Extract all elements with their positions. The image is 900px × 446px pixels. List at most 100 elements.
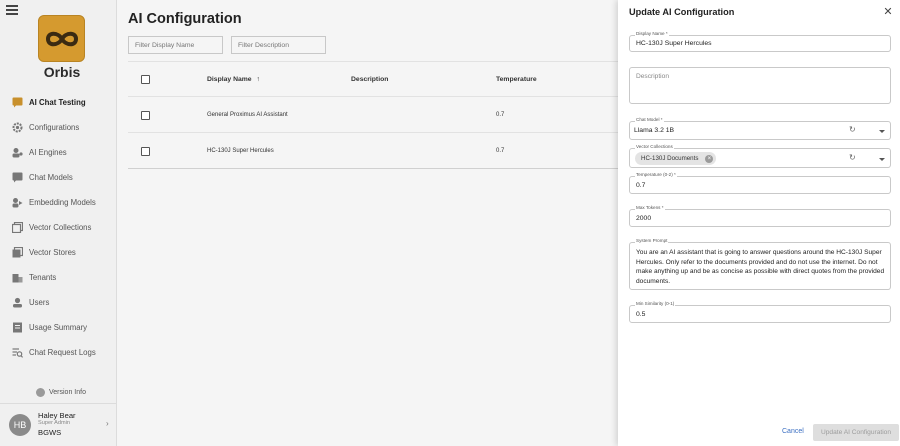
page-title: AI Configuration bbox=[128, 11, 242, 27]
field-label: Max Tokens * bbox=[635, 204, 665, 212]
sidebar-item-users[interactable]: Users bbox=[0, 290, 117, 315]
chevron-down-icon[interactable] bbox=[879, 157, 885, 161]
table-row[interactable]: General Proximus AI Assistant 0.7 bbox=[128, 97, 618, 133]
row-checkbox[interactable] bbox=[141, 147, 150, 156]
embedding-icon bbox=[12, 197, 23, 208]
field-value: HC-130J Super Hercules bbox=[636, 40, 712, 47]
chat-bubble-icon bbox=[12, 97, 23, 108]
column-header-display-name[interactable]: Display Name ↑ bbox=[207, 76, 260, 83]
chevron-right-icon[interactable]: › bbox=[106, 419, 109, 428]
sidebar-item-label: Tenants bbox=[29, 273, 57, 282]
refresh-icon[interactable]: ↻ bbox=[849, 125, 856, 134]
filter-description-input[interactable] bbox=[231, 36, 326, 54]
row-checkbox[interactable] bbox=[141, 111, 150, 120]
user-org: BGWS bbox=[38, 428, 62, 437]
temperature-field[interactable]: Temperature (0-2) * 0.7 bbox=[629, 171, 891, 194]
sidebar-item-tenants[interactable]: Tenants bbox=[0, 265, 117, 290]
cancel-button[interactable]: Cancel bbox=[782, 428, 804, 435]
logo bbox=[38, 15, 85, 62]
sidebar-item-label: Chat Request Logs bbox=[29, 348, 96, 357]
sidebar-item-label: Vector Collections bbox=[29, 223, 92, 232]
config-table: Display Name ↑ Description Temperature G… bbox=[128, 61, 618, 169]
sidebar-item-chat-models[interactable]: Chat Models bbox=[0, 165, 117, 190]
sidebar-item-ai-chat-testing[interactable]: AI Chat Testing bbox=[0, 90, 117, 115]
update-config-button[interactable]: Update AI Configuration bbox=[813, 424, 899, 441]
menu-icon[interactable] bbox=[6, 5, 18, 15]
info-icon bbox=[36, 388, 45, 397]
divider bbox=[0, 403, 117, 404]
user-role: Super Admin bbox=[38, 420, 71, 426]
table-header-row: Display Name ↑ Description Temperature bbox=[128, 62, 618, 97]
max-tokens-field[interactable]: Max Tokens * 2000 bbox=[629, 204, 891, 227]
field-placeholder: Description bbox=[636, 73, 669, 80]
min-similarity-field[interactable]: Min Similarity (0-1) 0.5 bbox=[629, 300, 891, 323]
column-label: Display Name bbox=[207, 76, 252, 83]
store-icon bbox=[12, 247, 23, 258]
filter-display-name-input[interactable] bbox=[128, 36, 223, 54]
chevron-down-icon[interactable] bbox=[879, 130, 885, 133]
sidebar-item-chat-request-logs[interactable]: Chat Request Logs bbox=[0, 340, 117, 365]
sidebar-item-label: AI Engines bbox=[29, 148, 67, 157]
field-value: 0.7 bbox=[636, 182, 646, 189]
close-icon[interactable]: ✕ bbox=[882, 6, 894, 18]
gear-icon bbox=[12, 122, 23, 133]
sidebar-item-embedding-models[interactable]: Embedding Models bbox=[0, 190, 117, 215]
engine-icon bbox=[12, 147, 23, 158]
brand-name: Orbis bbox=[43, 64, 81, 80]
field-value: 0.5 bbox=[636, 311, 646, 318]
description-field[interactable]: Description bbox=[629, 67, 891, 104]
sidebar-item-label: Chat Models bbox=[29, 173, 73, 182]
field-label: System Prompt bbox=[635, 237, 669, 245]
column-header-description[interactable]: Description bbox=[351, 76, 388, 83]
version-info-link[interactable]: Version Info bbox=[36, 388, 86, 397]
field-label: Display Name * bbox=[635, 30, 669, 38]
sidebar-item-ai-engines[interactable]: AI Engines bbox=[0, 140, 117, 165]
sidebar: Orbis AI Chat Testing Configurations AI … bbox=[0, 0, 117, 446]
logs-icon bbox=[12, 347, 23, 358]
sidebar-item-label: Usage Summary bbox=[29, 323, 88, 332]
refresh-icon[interactable]: ↻ bbox=[849, 153, 856, 162]
sidebar-item-usage-summary[interactable]: Usage Summary bbox=[0, 315, 117, 340]
field-value: 2000 bbox=[636, 215, 652, 222]
remove-chip-icon[interactable]: × bbox=[705, 154, 714, 163]
tenants-icon bbox=[12, 272, 23, 283]
cell-temperature: 0.7 bbox=[496, 148, 505, 154]
column-header-temperature[interactable]: Temperature bbox=[496, 76, 537, 83]
sidebar-item-label: Vector Stores bbox=[29, 248, 76, 257]
panel-title: Update AI Configuration bbox=[629, 7, 735, 17]
collection-icon bbox=[12, 222, 23, 233]
system-prompt-field[interactable]: System Prompt You are an AI assistant th… bbox=[629, 237, 891, 290]
field-value: You are an AI assistant that is going to… bbox=[636, 249, 885, 285]
collection-chip[interactable]: HC-130J Documents × bbox=[635, 152, 717, 165]
field-label: Temperature (0-2) * bbox=[635, 171, 677, 179]
cell-display-name: HC-130J Super Hercules bbox=[207, 148, 274, 154]
cell-temperature: 0.7 bbox=[496, 112, 505, 118]
sort-arrow-icon: ↑ bbox=[256, 76, 260, 83]
chat-model-icon bbox=[12, 172, 23, 183]
sidebar-item-configurations[interactable]: Configurations bbox=[0, 115, 117, 140]
chip-label: HC-130J Documents bbox=[641, 155, 699, 162]
cell-display-name: General Proximus AI Assistant bbox=[207, 112, 288, 118]
sidebar-item-label: Embedding Models bbox=[29, 198, 96, 207]
user-icon bbox=[12, 297, 23, 308]
sidebar-nav: AI Chat Testing Configurations AI Engine… bbox=[0, 90, 117, 365]
sidebar-item-label: AI Chat Testing bbox=[29, 98, 86, 107]
field-label: Min Similarity (0-1) bbox=[635, 300, 676, 308]
version-label: Version Info bbox=[49, 389, 86, 396]
field-label: Vector Collections bbox=[635, 143, 674, 151]
sidebar-item-label: Configurations bbox=[29, 123, 80, 132]
avatar[interactable]: HB bbox=[9, 414, 31, 436]
table-row[interactable]: HC-130J Super Hercules 0.7 bbox=[128, 133, 618, 169]
select-all-checkbox[interactable] bbox=[141, 75, 150, 84]
chat-model-select[interactable]: Chat Model * Llama 3.2 1B ↻ bbox=[629, 116, 891, 140]
main-content: AI Configuration Display Name ↑ Descript… bbox=[117, 0, 618, 446]
sidebar-item-vector-stores[interactable]: Vector Stores bbox=[0, 240, 117, 265]
field-label: Chat Model * bbox=[635, 116, 664, 124]
user-name: Haley Bear bbox=[38, 411, 76, 420]
update-config-panel: Update AI Configuration ✕ Display Name *… bbox=[618, 0, 900, 446]
summary-icon bbox=[12, 322, 23, 333]
field-value: Llama 3.2 1B bbox=[634, 127, 675, 134]
vector-collections-select[interactable]: Vector Collections HC-130J Documents × ↻ bbox=[629, 143, 891, 168]
display-name-field[interactable]: Display Name * HC-130J Super Hercules bbox=[629, 30, 891, 52]
sidebar-item-vector-collections[interactable]: Vector Collections bbox=[0, 215, 117, 240]
